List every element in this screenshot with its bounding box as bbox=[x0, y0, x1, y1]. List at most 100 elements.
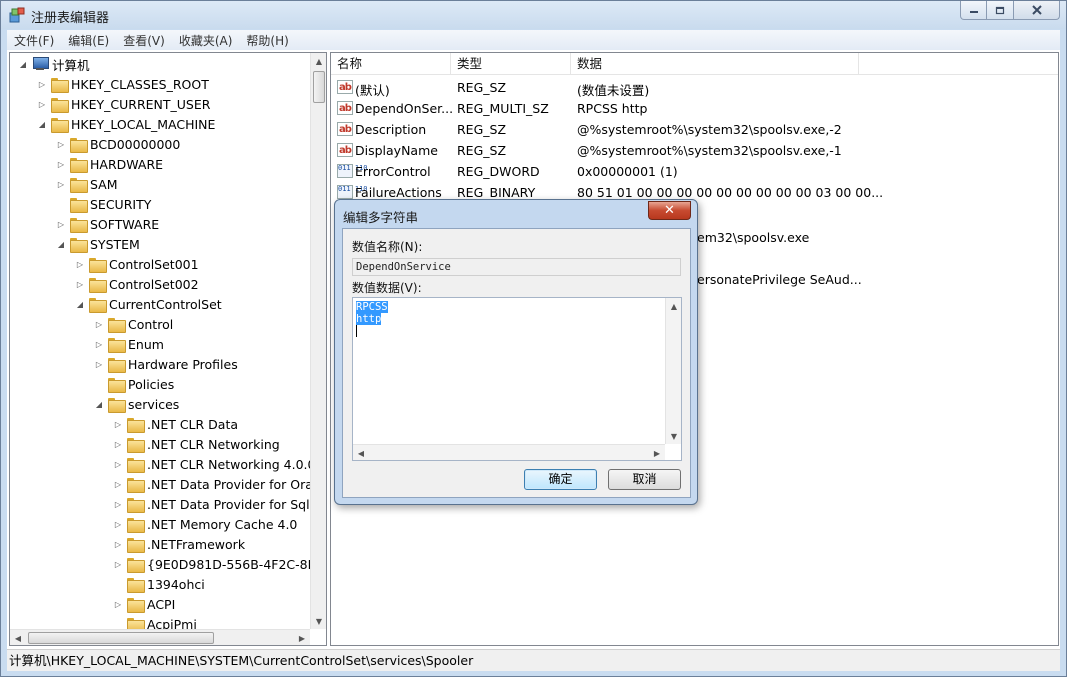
tree-node[interactable]: ▷ SAM bbox=[56, 174, 118, 194]
scroll-right-icon[interactable]: ▶ bbox=[649, 445, 665, 461]
title-bar[interactable]: 注册表编辑器 bbox=[1, 1, 1066, 29]
expand-arrow-icon[interactable]: ▷ bbox=[113, 439, 123, 449]
expand-arrow-icon[interactable]: ▷ bbox=[113, 459, 123, 469]
tree-node[interactable]: ◢ HKEY_LOCAL_MACHINE bbox=[37, 114, 215, 134]
tree-node[interactable]: ▷ Hardware Profiles bbox=[94, 354, 238, 374]
dialog-close-button[interactable]: ✕ bbox=[648, 201, 691, 220]
tree-node[interactable]: ▷ .NET Memory Cache 4.0 bbox=[113, 514, 297, 534]
expand-arrow-icon[interactable]: ▷ bbox=[94, 319, 104, 329]
registry-tree[interactable]: ◢ 计算机 ▷ HKEY_CLASSES_ROOT ▷ HKEY_CURRENT_USER… bbox=[9, 52, 327, 646]
folder-icon bbox=[127, 577, 145, 593]
expand-arrow-icon[interactable]: ▷ bbox=[37, 79, 47, 89]
tree-node[interactable]: ▷ Enum bbox=[94, 334, 164, 354]
tree-node[interactable]: ▷ ACPI bbox=[113, 594, 175, 614]
list-item[interactable]: ab (默认) REG_SZ (数值未设置) bbox=[331, 77, 1058, 98]
scroll-left-icon[interactable]: ◀ bbox=[353, 445, 369, 461]
scroll-right-icon[interactable]: ▶ bbox=[294, 630, 310, 645]
menu-file[interactable]: 文件(F) bbox=[7, 32, 61, 49]
tree-node[interactable]: ▷ HKEY_CURRENT_USER bbox=[37, 94, 210, 114]
expand-arrow-icon[interactable]: ▷ bbox=[75, 259, 85, 269]
tree-node[interactable]: ▷ BCD00000000 bbox=[56, 134, 180, 154]
tree-node[interactable]: ▷ .NET CLR Data bbox=[113, 414, 238, 434]
list-item[interactable]: ab DependOnSer... REG_MULTI_SZ RPCSS http bbox=[331, 98, 1058, 119]
minimize-button[interactable] bbox=[960, 1, 987, 20]
tree-node[interactable]: AcpiPmi bbox=[113, 614, 197, 629]
tree-node[interactable]: ▷ HKEY_CLASSES_ROOT bbox=[37, 74, 209, 94]
expand-arrow-icon[interactable]: ▷ bbox=[94, 339, 104, 349]
tree-node[interactable]: ▷ .NET CLR Networking bbox=[113, 434, 280, 454]
value-type: REG_DWORD bbox=[457, 164, 540, 179]
column-name[interactable]: 名称 bbox=[331, 53, 451, 75]
expand-arrow-icon[interactable]: ▷ bbox=[56, 139, 66, 149]
tree-vertical-scrollbar[interactable]: ▲ ▼ bbox=[310, 53, 326, 629]
tree-node[interactable]: Policies bbox=[94, 374, 174, 394]
value-data-textarea[interactable]: RPCSS http ▲ ▼ ◀ ▶ bbox=[352, 297, 682, 461]
tree-node[interactable]: 1394ohci bbox=[113, 574, 205, 594]
tree-node[interactable]: SECURITY bbox=[56, 194, 151, 214]
minimize-icon bbox=[969, 11, 978, 13]
tree-node-label: ControlSet002 bbox=[109, 276, 199, 292]
expand-arrow-icon[interactable]: ▷ bbox=[113, 479, 123, 489]
tree-node[interactable]: ▷ .NETFramework bbox=[113, 534, 245, 554]
collapse-arrow-icon[interactable]: ◢ bbox=[37, 119, 47, 129]
tree-node[interactable]: ◢ services bbox=[94, 394, 179, 414]
expand-arrow-icon[interactable]: ▷ bbox=[56, 179, 66, 189]
tree-node[interactable]: ▷ Control bbox=[94, 314, 173, 334]
tree-hscroll-thumb[interactable] bbox=[28, 632, 214, 644]
scroll-up-icon[interactable]: ▲ bbox=[311, 53, 326, 69]
tree-node[interactable]: ▷ SOFTWARE bbox=[56, 214, 159, 234]
caption-buttons bbox=[960, 1, 1060, 21]
value-data: RPCSS http bbox=[577, 101, 648, 116]
expand-arrow-icon[interactable]: ▷ bbox=[56, 159, 66, 169]
close-button[interactable] bbox=[1014, 1, 1060, 20]
list-item[interactable]: ab Description REG_SZ @%systemroot%\system3… bbox=[331, 119, 1058, 140]
collapse-arrow-icon[interactable]: ◢ bbox=[75, 299, 85, 309]
menu-favorites[interactable]: 收藏夹(A) bbox=[172, 32, 240, 49]
tree-node[interactable]: ▷ .NET Data Provider for Ora bbox=[113, 474, 310, 494]
collapse-arrow-icon[interactable]: ◢ bbox=[94, 399, 104, 409]
tree-node[interactable]: ▷ ControlSet001 bbox=[75, 254, 199, 274]
data-horizontal-scrollbar[interactable]: ◀ ▶ bbox=[353, 444, 665, 460]
ok-button[interactable]: 确定 bbox=[524, 469, 597, 490]
expand-arrow-icon[interactable]: ▷ bbox=[113, 499, 123, 509]
expand-arrow-icon[interactable]: ▷ bbox=[37, 99, 47, 109]
scroll-up-icon[interactable]: ▲ bbox=[666, 298, 682, 314]
list-item[interactable]: 011 110 ErrorControl REG_DWORD 0x00000001 (… bbox=[331, 161, 1058, 182]
menu-edit[interactable]: 编辑(E) bbox=[61, 32, 116, 49]
collapse-arrow-icon[interactable]: ◢ bbox=[18, 59, 28, 69]
folder-icon bbox=[51, 97, 69, 113]
tree-vscroll-thumb[interactable] bbox=[313, 71, 325, 103]
scroll-down-icon[interactable]: ▼ bbox=[666, 428, 682, 444]
column-type[interactable]: 类型 bbox=[451, 53, 571, 75]
tree-node[interactable]: ▷ HARDWARE bbox=[56, 154, 163, 174]
expand-arrow-icon[interactable]: ▷ bbox=[113, 539, 123, 549]
data-vertical-scrollbar[interactable]: ▲ ▼ bbox=[665, 298, 681, 444]
expand-arrow-icon[interactable]: ▷ bbox=[94, 359, 104, 369]
value-name: Description bbox=[355, 122, 427, 137]
maximize-button[interactable] bbox=[987, 1, 1014, 20]
expand-arrow-icon[interactable]: ▷ bbox=[75, 279, 85, 289]
expand-arrow-icon[interactable]: ▷ bbox=[113, 419, 123, 429]
expand-arrow-icon[interactable]: ▷ bbox=[113, 599, 123, 609]
menu-help[interactable]: 帮助(H) bbox=[239, 32, 295, 49]
folder-icon bbox=[70, 177, 88, 193]
expand-arrow-icon[interactable]: ▷ bbox=[113, 559, 123, 569]
scroll-left-icon[interactable]: ◀ bbox=[10, 630, 26, 645]
tree-node-label: CurrentControlSet bbox=[109, 296, 222, 312]
tree-node[interactable]: ◢ 计算机 bbox=[18, 54, 90, 74]
tree-horizontal-scrollbar[interactable]: ◀ ▶ bbox=[10, 629, 310, 645]
tree-node[interactable]: ◢ CurrentControlSet bbox=[75, 294, 222, 314]
collapse-arrow-icon[interactable]: ◢ bbox=[56, 239, 66, 249]
list-item[interactable]: ab DisplayName REG_SZ @%systemroot%\system3… bbox=[331, 140, 1058, 161]
expand-arrow-icon[interactable]: ▷ bbox=[56, 219, 66, 229]
menu-view[interactable]: 查看(V) bbox=[116, 32, 172, 49]
tree-node[interactable]: ▷ .NET CLR Networking 4.0.0 bbox=[113, 454, 310, 474]
column-data[interactable]: 数据 bbox=[571, 53, 859, 75]
tree-node[interactable]: ▷ .NET Data Provider for SqlS bbox=[113, 494, 310, 514]
scroll-down-icon[interactable]: ▼ bbox=[311, 613, 326, 629]
tree-node[interactable]: ◢ SYSTEM bbox=[56, 234, 140, 254]
tree-node[interactable]: ▷ ControlSet002 bbox=[75, 274, 199, 294]
cancel-button[interactable]: 取消 bbox=[608, 469, 681, 490]
tree-node[interactable]: ▷ {9E0D981D-556B-4F2C-8DD bbox=[113, 554, 310, 574]
expand-arrow-icon[interactable]: ▷ bbox=[113, 519, 123, 529]
